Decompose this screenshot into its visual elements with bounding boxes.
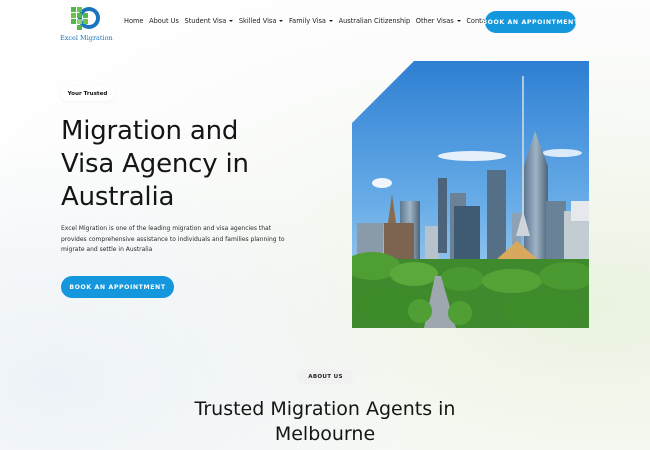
about-us-badge: ABOUT US [297, 369, 354, 384]
hero-badge: Your Trusted [61, 86, 114, 101]
book-appointment-button[interactable]: BOOK AN APPOINTMENT [482, 11, 578, 33]
nav-item-student-visa[interactable]: Student Visa [185, 17, 234, 25]
chevron-down-icon [279, 20, 284, 22]
hero-title-line: Migration and [61, 116, 239, 146]
melbourne-skyline-image [352, 61, 589, 328]
hero-title-line: Visa Agency in [61, 149, 249, 179]
hero-title: Migration and Visa Agency in Australia [61, 115, 341, 214]
logo-icon [71, 7, 100, 30]
nav-item-label: Skilled Visa [238, 17, 277, 25]
main-nav: Home About Us Student Visa Skilled Visa … [124, 17, 508, 25]
nav-item-australian-citizenship[interactable]: Australian Citizenship [339, 17, 411, 25]
hero-book-appointment-button[interactable]: BOOK AN APPOINTMENT [61, 276, 174, 298]
chevron-down-icon [456, 20, 461, 22]
nav-item-label: Student Visa [184, 17, 227, 25]
hero-image [352, 61, 589, 328]
about-title-line: Trusted Migration Agents in [194, 398, 456, 420]
logo-text: Excel Migration [60, 34, 113, 42]
hero-description: Excel Migration is one of the leading mi… [61, 225, 285, 253]
nav-item-other-visas[interactable]: Other Visas [416, 17, 461, 25]
about-title-line: Melbourne [274, 423, 376, 445]
nav-item-label: Australian Citizenship [338, 17, 411, 25]
chevron-down-icon [328, 20, 333, 22]
nav-item-home[interactable]: Home [124, 17, 143, 25]
nav-item-about-us[interactable]: About Us [149, 17, 179, 25]
nav-item-label: About Us [149, 17, 179, 25]
nav-item-label: Family Visa [288, 17, 326, 25]
chevron-down-icon [229, 20, 234, 22]
hero-title-line: Australia [61, 182, 175, 212]
about-title: Trusted Migration Agents in Melbourne [150, 397, 500, 447]
logo[interactable]: Excel Migration [60, 4, 113, 42]
nav-item-skilled-visa[interactable]: Skilled Visa [239, 17, 284, 25]
nav-item-label: Other Visas [415, 17, 454, 25]
nav-item-label: Home [124, 17, 144, 25]
nav-item-family-visa[interactable]: Family Visa [289, 17, 333, 25]
